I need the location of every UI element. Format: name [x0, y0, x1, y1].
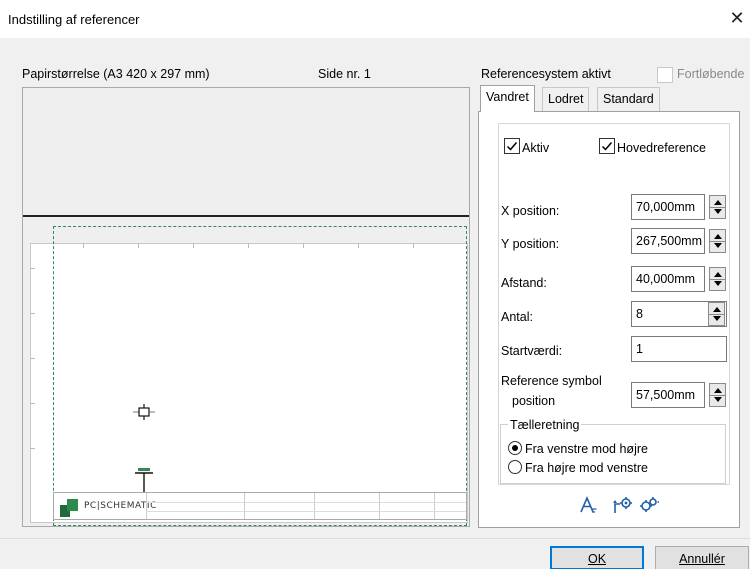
tab-standard[interactable]: Standard [597, 87, 660, 111]
ruler-tick [30, 268, 35, 269]
preview-divider [23, 215, 469, 217]
ok-button-label: OK [587, 552, 607, 566]
radio-right-to-left[interactable] [508, 460, 522, 474]
ruler-tick [30, 313, 35, 314]
radio-left-to-right-label: Fra venstre mod højre [525, 442, 648, 456]
x-position-input[interactable]: 70,000mm [631, 194, 705, 220]
cancel-button[interactable]: Annullér [655, 546, 749, 569]
start-value-input[interactable]: 1 [631, 336, 727, 362]
page-preview: PC|SCHEMATIC [22, 87, 470, 527]
cancel-button-label: Annullér [679, 552, 725, 566]
x-position-label: X position: [501, 204, 560, 218]
active-checkbox[interactable] [504, 138, 520, 154]
refsym-label-line2: position [512, 394, 556, 408]
spacing-input[interactable]: 40,000mm [631, 266, 705, 292]
title-block-cell [314, 493, 315, 519]
refsym-position-spinner[interactable] [709, 383, 726, 407]
page-number-label: Side nr. 1 [318, 67, 371, 81]
count-spinner[interactable] [708, 302, 725, 326]
y-position-spinner[interactable] [709, 229, 726, 253]
title-block-row [146, 511, 466, 512]
y-position-input[interactable]: 267,500mm [631, 228, 705, 254]
gears-icon[interactable] [638, 494, 660, 516]
title-bar: Indstilling af referencer ✕ [0, 0, 750, 38]
tab-lodret[interactable]: Lodret [542, 87, 590, 111]
font-icon[interactable] [578, 494, 600, 516]
refsym-label-line1: Reference symbol [501, 374, 602, 388]
title-block: PC|SCHEMATIC [53, 492, 467, 520]
continuous-checkbox[interactable] [657, 67, 673, 83]
reference-area-outline [53, 226, 467, 526]
title-block-cell [379, 493, 380, 519]
paper-size-label: Papirstørrelse (A3 420 x 297 mm) [22, 67, 210, 81]
logo-mark-icon [60, 499, 78, 517]
radio-right-to-left-label: Fra højre mod venstre [525, 461, 648, 475]
start-value-label: Startværdi: [501, 344, 563, 358]
footer-separator [0, 538, 750, 539]
title-block-cell [434, 493, 435, 519]
close-icon[interactable]: ✕ [724, 6, 750, 32]
tab-vandret[interactable]: Vandret [480, 85, 535, 112]
settings-arrow-icon[interactable] [612, 494, 634, 516]
ok-button[interactable]: OK [550, 546, 644, 569]
title-block-cell [146, 493, 147, 519]
spacing-spinner[interactable] [709, 267, 726, 291]
spacing-label: Afstand: [501, 276, 547, 290]
active-label: Aktiv [522, 141, 550, 155]
refsym-position-input[interactable]: 57,500mm [631, 382, 705, 408]
title-block-cell [244, 493, 245, 519]
continuous-label: Fortløbende [677, 67, 745, 81]
main-reference-checkbox[interactable] [599, 138, 615, 154]
y-position-label: Y position: [501, 237, 560, 251]
ruler-tick [30, 403, 35, 404]
title-block-row [146, 502, 466, 503]
window-title: Indstilling af referencer [8, 12, 140, 27]
count-label: Antal: [501, 310, 533, 324]
ruler-tick [30, 358, 35, 359]
main-reference-label: Hovedreference [617, 141, 706, 155]
direction-legend: Tælleretning [508, 418, 582, 432]
origin-marker-icon [135, 468, 153, 492]
radio-left-to-right[interactable] [508, 441, 522, 455]
x-position-spinner[interactable] [709, 195, 726, 219]
ruler-tick [30, 448, 35, 449]
reference-symbol-icon [133, 404, 155, 420]
refsys-active-label: Referencesystem aktivt [481, 67, 611, 81]
